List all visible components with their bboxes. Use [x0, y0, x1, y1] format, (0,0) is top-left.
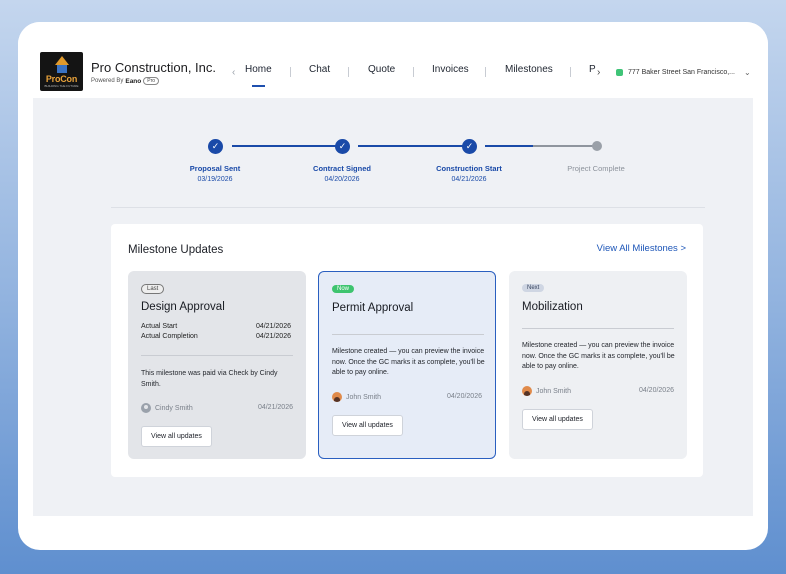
card-divider — [332, 334, 484, 335]
milestone-card-next: Next Mobilization Milestone created — yo… — [509, 271, 687, 459]
tab-quote[interactable]: Quote — [368, 64, 395, 75]
powered-by-label: Powered By — [91, 78, 124, 84]
step-connector — [485, 145, 533, 147]
view-all-updates-button[interactable]: View all updates — [141, 426, 212, 447]
status-badge: Next — [522, 284, 545, 292]
location-status-icon — [616, 69, 623, 76]
house-roof-icon — [55, 56, 69, 65]
project-progress-stepper: ✓ ✓ ✓ Proposal Sent 03/19/2026 Contract … — [33, 98, 753, 208]
detail-value: 04/21/2026 — [255, 323, 291, 330]
step-date: 04/20/2026 — [324, 176, 360, 183]
step-date: 03/19/2026 — [197, 176, 233, 183]
company-logo[interactable]: ProCon BUILDING THE FUTURE — [40, 52, 83, 91]
step-connector-pending — [533, 145, 595, 147]
milestone-title: Design Approval — [141, 301, 225, 313]
milestone-card-now: Now Permit Approval Milestone created — … — [318, 271, 496, 459]
status-badge: Now — [332, 285, 355, 293]
status-badge: Last — [141, 284, 165, 294]
logo-tagline: BUILDING THE FUTURE — [44, 84, 79, 88]
tab-milestones[interactable]: Milestones — [505, 64, 553, 75]
milestone-message: This milestone was paid via Check by Cin… — [141, 370, 278, 388]
plan-badge: Pro — [143, 77, 160, 85]
powered-by: Powered By Eano Pro — [91, 77, 160, 85]
nav-prev-chevron-icon[interactable]: ‹ — [232, 67, 235, 78]
step-label: Contract Signed — [313, 164, 371, 173]
step-check-icon: ✓ — [208, 139, 223, 154]
logo-brand: ProCon — [45, 74, 78, 84]
author-name: John Smith — [536, 387, 572, 395]
user-avatar-icon — [141, 403, 151, 413]
address-text: 777 Baker Street San Francisco,... — [628, 69, 735, 76]
app-window: ProCon BUILDING THE FUTURE Pro Construct… — [18, 22, 768, 550]
view-all-updates-button[interactable]: View all updates — [522, 409, 593, 430]
step-date: 04/21/2026 — [451, 176, 487, 183]
detail-row: Actual Completion 04/21/2026 — [141, 333, 291, 340]
chevron-down-icon: ⌄ — [744, 68, 751, 77]
milestone-title: Mobilization — [522, 301, 583, 313]
tab-chat[interactable]: Chat — [309, 64, 330, 75]
step-check-icon: ✓ — [462, 139, 477, 154]
step-connector — [358, 145, 469, 147]
detail-label: Actual Start — [141, 323, 178, 330]
user-avatar-icon — [522, 386, 532, 396]
author: John Smith — [522, 386, 571, 396]
detail-row: Actual Start 04/21/2026 — [141, 323, 291, 330]
milestone-updates-panel: Milestone Updates View All Milestones > … — [111, 224, 703, 477]
detail-value: 04/21/2026 — [255, 333, 291, 340]
nav-separator — [413, 67, 414, 77]
panel-title: Milestone Updates — [128, 244, 224, 256]
tab-partial[interactable]: P — [589, 64, 596, 75]
user-avatar-icon — [332, 392, 342, 402]
milestone-message: Milestone created — you can preview the … — [522, 342, 675, 370]
step-label: Construction Start — [436, 164, 502, 173]
house-body-icon — [57, 65, 67, 73]
step-check-icon: ✓ — [335, 139, 350, 154]
milestone-card-last: Last Design Approval Actual Start 04/21/… — [128, 271, 306, 459]
nav-separator — [348, 67, 349, 77]
nav-separator — [485, 67, 486, 77]
company-name: Pro Construction, Inc. — [91, 60, 216, 75]
address-selector[interactable]: 777 Baker Street San Francisco,... ⌄ — [616, 68, 751, 77]
author-name: John Smith — [346, 393, 382, 401]
tab-invoices[interactable]: Invoices — [432, 64, 469, 75]
nav-separator — [570, 67, 571, 77]
view-all-updates-button[interactable]: View all updates — [332, 415, 403, 436]
author: John Smith — [332, 392, 381, 402]
top-header: ProCon BUILDING THE FUTURE Pro Construct… — [18, 22, 768, 98]
nav-next-chevron-icon[interactable]: › — [597, 67, 600, 78]
section-divider — [111, 207, 705, 208]
step-label: Proposal Sent — [189, 164, 241, 173]
detail-label: Actual Completion — [141, 333, 198, 340]
milestone-message: Milestone created — you can preview the … — [332, 348, 485, 376]
step-label: Project Complete — [567, 164, 625, 173]
card-divider — [141, 355, 293, 356]
step-connector — [232, 145, 343, 147]
update-date: 04/20/2026 — [446, 393, 482, 400]
author-name: Cindy Smith — [155, 404, 193, 412]
milestone-title: Permit Approval — [332, 302, 414, 314]
update-date: 04/21/2026 — [257, 404, 293, 411]
main-content: ✓ ✓ ✓ Proposal Sent 03/19/2026 Contract … — [33, 98, 753, 516]
step-pending-icon — [592, 141, 602, 151]
card-divider — [522, 328, 674, 329]
nav-separator — [290, 67, 291, 77]
author: Cindy Smith — [141, 403, 193, 413]
tab-home[interactable]: Home — [245, 64, 272, 75]
powered-brand: Eano — [125, 77, 142, 85]
view-all-milestones-link[interactable]: View All Milestones > — [597, 243, 686, 254]
active-tab-indicator — [252, 85, 265, 87]
update-date: 04/20/2026 — [638, 387, 674, 394]
